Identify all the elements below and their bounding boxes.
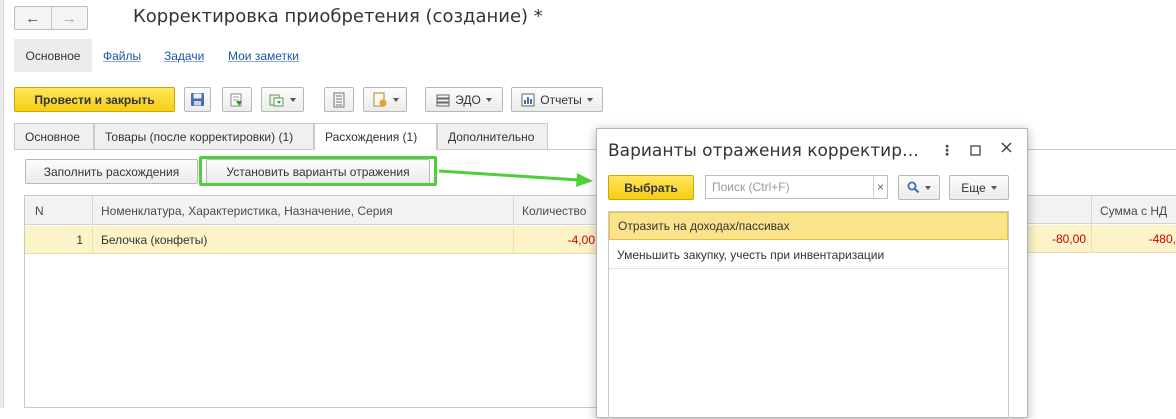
table-header: N Номенклатура, Характеристика, Назначен… [25, 196, 596, 225]
window-left-edge [0, 0, 4, 408]
journal-button[interactable] [324, 87, 354, 112]
edo-icon [436, 94, 450, 106]
row-quantity: -4,00 [567, 233, 595, 247]
chevron-down-icon [290, 97, 296, 102]
search-icon [907, 181, 920, 194]
more-button[interactable]: Еще [949, 175, 1009, 200]
post-button[interactable] [222, 87, 252, 112]
list-icon [333, 92, 345, 107]
row-nomenclature: Белочка (конфеты) [101, 233, 208, 247]
chevron-down-icon [990, 185, 997, 190]
list-item[interactable]: Отразить на доходах/пассивах [609, 212, 1008, 240]
post-document-icon [230, 93, 242, 106]
create-based-on-button[interactable] [261, 87, 304, 112]
discrepancies-table: N Номенклатура, Характеристика, Назначен… [24, 195, 596, 408]
variants-list: Отразить на доходах/пассивах Уменьшить з… [608, 211, 1009, 419]
tab-divider [1010, 149, 1176, 150]
tab-discrepancies[interactable]: Расхождения (1) [314, 123, 437, 150]
chevron-down-icon [925, 185, 931, 190]
table-row[interactable]: 1 Белочка (конфеты) -4,00 [25, 226, 596, 254]
row-number: 1 [76, 233, 83, 247]
edo-button[interactable]: ЭДО [425, 87, 503, 112]
close-icon [1001, 142, 1012, 153]
table-header: Сумма с НД [1010, 195, 1176, 225]
section-main[interactable]: Основное [14, 39, 92, 72]
maximize-icon [970, 145, 981, 156]
page-title: Корректировка приобретения (создание) * [133, 6, 543, 27]
fill-discrepancies-label: Заполнить расхождения [43, 164, 180, 179]
arrow-right-icon: → [61, 9, 77, 27]
section-tasks[interactable]: Задачи [164, 39, 204, 72]
fill-discrepancies-button[interactable]: Заполнить расхождения [25, 159, 198, 184]
tab-additional[interactable]: Дополнительно [437, 123, 548, 149]
document-print-icon [373, 92, 386, 106]
create-based-on-icon [269, 94, 284, 106]
column-header-quantity[interactable]: Количество [522, 196, 586, 225]
edo-label: ЭДО [455, 92, 481, 107]
search-options-button[interactable] [898, 175, 940, 200]
column-header-n[interactable]: N [35, 196, 44, 225]
reports-icon [521, 93, 535, 106]
highlight-frame [199, 156, 437, 186]
column-header-nomenclature[interactable]: Номенклатура, Характеристика, Назначение… [101, 196, 393, 225]
variants-dialog: Варианты отражения корректир… ⋮ Выбрать … [596, 128, 1028, 419]
tab-main[interactable]: Основное [14, 123, 94, 149]
tab-divider [437, 149, 596, 150]
reports-label: Отчеты [540, 92, 582, 107]
dialog-title: Варианты отражения корректир… [608, 141, 919, 161]
post-and-close-label: Провести и закрыть [34, 92, 155, 107]
more-actions-icon[interactable]: ⋮ [940, 142, 954, 159]
annotation-arrow-line [438, 169, 580, 182]
post-and-close-button[interactable]: Провести и закрыть [14, 87, 175, 112]
save-button[interactable] [184, 87, 211, 112]
select-label: Выбрать [624, 180, 678, 195]
section-files[interactable]: Файлы [103, 39, 141, 72]
reports-button[interactable]: Отчеты [511, 87, 603, 112]
search-input[interactable] [706, 176, 873, 198]
close-button[interactable] [1000, 141, 1013, 157]
search-field: × [705, 175, 888, 199]
column-header-sum-nds[interactable]: Сумма с НД [1100, 196, 1167, 225]
discrepancies-table-right: Сумма с НД -80,00 -480, [1010, 195, 1176, 408]
list-item[interactable]: Уменьшить закупку, учесть при инвентариз… [609, 241, 1008, 269]
forward-button[interactable]: → [50, 7, 88, 29]
tab-goods-after[interactable]: Товары (после корректировки) (1) [94, 123, 314, 149]
maximize-button[interactable] [970, 143, 981, 159]
back-button[interactable]: ← [15, 7, 51, 29]
annotation-arrow-head [576, 173, 593, 187]
select-button[interactable]: Выбрать [608, 175, 694, 200]
annotation-arrow [438, 169, 593, 187]
more-label: Еще [961, 180, 986, 195]
clear-search-button[interactable]: × [873, 176, 887, 198]
tab-divider [14, 149, 314, 150]
row-sum-nds: -480, [1148, 232, 1176, 246]
table-row[interactable]: -80,00 -480, [1010, 225, 1176, 253]
section-notes[interactable]: Мои заметки [228, 39, 299, 72]
save-icon [191, 93, 204, 106]
chevron-down-icon [392, 97, 399, 102]
print-button[interactable] [363, 87, 407, 112]
chevron-down-icon [586, 97, 593, 102]
chevron-down-icon [485, 97, 492, 102]
arrow-left-icon: ← [25, 9, 41, 27]
navigation-buttons: ← → [14, 6, 88, 30]
